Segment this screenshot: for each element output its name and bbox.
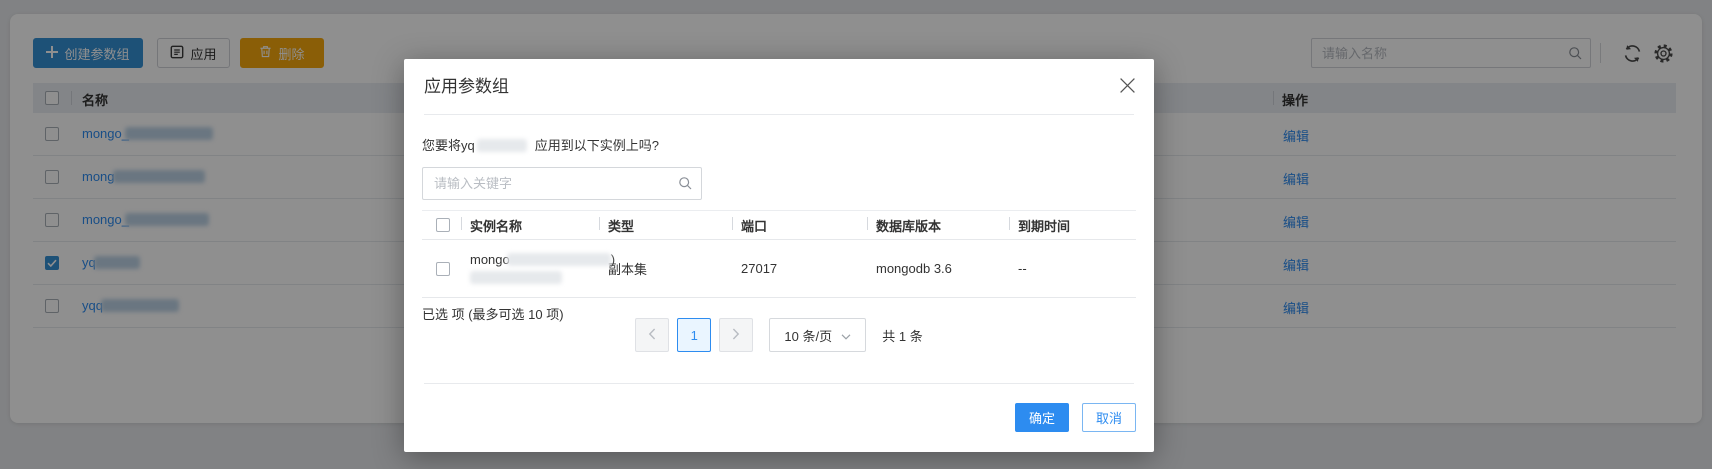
instance-table-header: 实例名称 类型 端口 数据库版本 到期时间 bbox=[422, 210, 1136, 240]
chevron-right-icon bbox=[732, 328, 740, 343]
dialog-footer: 确定 取消 bbox=[1015, 403, 1136, 432]
page-size-select[interactable]: 10 条/页 bbox=[769, 318, 867, 352]
keyword-search bbox=[422, 167, 702, 200]
instance-db-version: mongodb 3.6 bbox=[876, 261, 952, 276]
instance-checkbox[interactable] bbox=[436, 261, 450, 276]
chevron-down-icon bbox=[841, 328, 851, 343]
redacted-text bbox=[476, 139, 527, 152]
page-number-button[interactable]: 1 bbox=[677, 318, 712, 352]
expiry-header: 到期时间 bbox=[1009, 216, 1136, 235]
select-all-checkbox[interactable] bbox=[436, 218, 450, 232]
prev-page-button[interactable] bbox=[635, 318, 670, 352]
redacted-text bbox=[506, 252, 611, 266]
cancel-button[interactable]: 取消 bbox=[1082, 403, 1136, 432]
chevron-left-icon bbox=[648, 328, 656, 343]
dialog-title: 应用参数组 bbox=[424, 77, 509, 96]
close-icon[interactable] bbox=[1117, 75, 1137, 95]
pagination: 1 10 条/页 共 1 条 bbox=[404, 317, 1154, 353]
instance-row: mongo) 副本集 27017 mongodb 3.6 -- bbox=[422, 240, 1136, 298]
page-size-value: 10 条/页 bbox=[784, 328, 833, 344]
confirm-question: 您要将yq 应用到以下实例上吗? bbox=[422, 138, 659, 153]
divider bbox=[424, 114, 1134, 115]
search-icon bbox=[678, 176, 692, 193]
divider bbox=[424, 383, 1134, 384]
instance-port: 27017 bbox=[741, 261, 778, 276]
confirm-button[interactable]: 确定 bbox=[1015, 403, 1069, 432]
screen: 创建参数组 应用 删除 请输入名称 名称 操作 mongo_ 编辑 mong 编… bbox=[0, 0, 1712, 469]
redacted-text bbox=[470, 270, 562, 284]
instance-name: mongo) bbox=[470, 251, 615, 287]
type-header: 类型 bbox=[599, 216, 741, 235]
next-page-button[interactable] bbox=[719, 318, 754, 352]
instance-table: 实例名称 类型 端口 数据库版本 到期时间 mongo) 副本集 27017 m… bbox=[422, 210, 1136, 298]
db-version-header: 数据库版本 bbox=[867, 216, 1018, 235]
instance-expiry: -- bbox=[1018, 261, 1027, 276]
total-count: 共 1 条 bbox=[882, 328, 923, 344]
instance-name-header: 实例名称 bbox=[461, 216, 608, 235]
keyword-search-input[interactable] bbox=[422, 167, 702, 200]
port-header: 端口 bbox=[732, 216, 876, 235]
instance-type: 副本集 bbox=[608, 262, 648, 277]
apply-param-group-dialog: 应用参数组 您要将yq应用到以下实例上吗? 实例名称 类型 端口 数据库版本 到… bbox=[404, 59, 1154, 452]
